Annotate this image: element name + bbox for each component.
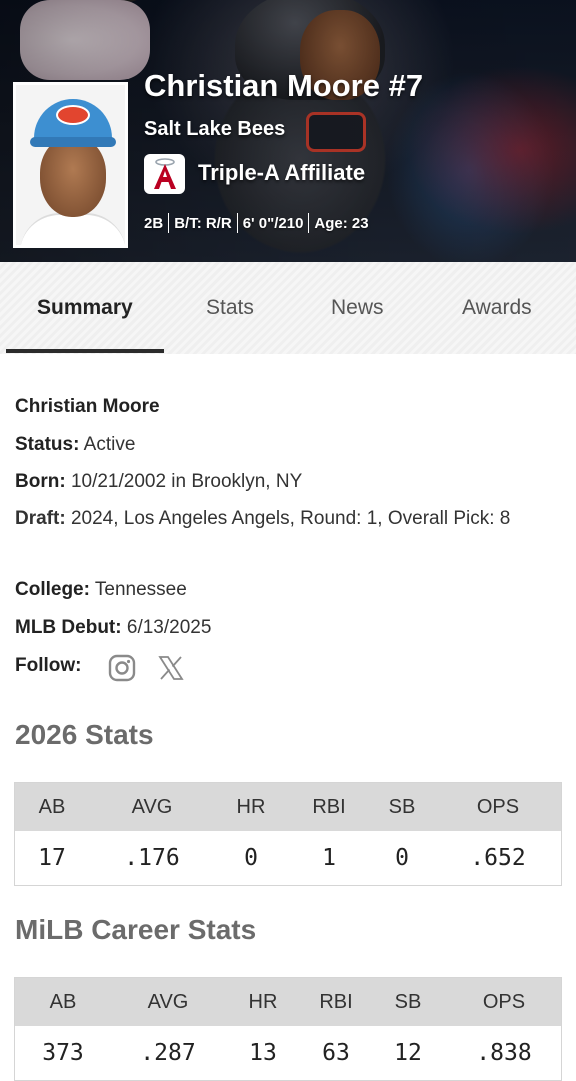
- stat-rbi: 63: [322, 1040, 350, 1066]
- stat-hr: 13: [249, 1040, 277, 1066]
- stat-ab: 17: [38, 845, 66, 871]
- bio-mlb-debut: MLB Debut: 6/13/2025: [15, 617, 212, 638]
- affiliate-label: Triple-A Affiliate: [198, 160, 366, 185]
- header-rbi: RBI: [312, 795, 346, 818]
- header-ops: OPS: [476, 795, 520, 818]
- bio-draft: Draft: 2024, Los Angeles Angels, Round: …: [15, 508, 511, 529]
- career-stats-header-row: AB AVG HR RBI SB OPS: [15, 978, 561, 1026]
- tab-awards[interactable]: Awards: [462, 296, 532, 320]
- tab-news[interactable]: News: [331, 296, 384, 320]
- stat-sb: 12: [394, 1040, 422, 1066]
- header-ab: AB: [49, 990, 77, 1013]
- player-team[interactable]: Salt Lake Bees: [144, 118, 285, 141]
- profile-tabs: Summary Stats News Awards: [0, 262, 576, 354]
- player-name-number: Christian Moore #7: [144, 68, 424, 103]
- season-stats-table: AB AVG HR RBI SB OPS 17 .176 0 1 0 .652: [14, 782, 562, 886]
- season-stats-row: 17 .176 0 1 0 .652: [15, 831, 561, 885]
- header-rbi: RBI: [319, 990, 353, 1013]
- stat-rbi: 1: [322, 845, 336, 871]
- meta-bats-throws: B/T: R/R: [174, 214, 232, 232]
- stat-avg: .287: [140, 1040, 196, 1066]
- stat-sb: 0: [395, 845, 409, 871]
- bio-follow: Follow:: [15, 655, 82, 676]
- bio-born: Born: 10/21/2002 in Brooklyn, NY: [15, 471, 303, 492]
- active-tab-indicator: [6, 349, 164, 353]
- meta-age: Age: 23: [314, 214, 369, 232]
- career-stats-row: 373 .287 13 63 12 .838: [15, 1026, 561, 1080]
- tab-summary[interactable]: Summary: [37, 296, 133, 320]
- header-sb: SB: [394, 990, 422, 1013]
- instagram-icon[interactable]: [108, 654, 136, 688]
- tab-stats[interactable]: Stats: [206, 296, 254, 320]
- header-ops: OPS: [482, 990, 526, 1013]
- header-hr: HR: [236, 795, 266, 818]
- bio-full-name: Christian Moore: [15, 396, 160, 417]
- stat-avg: .176: [124, 845, 180, 871]
- bio-status: Status: Active: [15, 434, 136, 455]
- header-ab: AB: [38, 795, 66, 818]
- social-links: [108, 654, 184, 688]
- season-stats-title: 2026 Stats: [15, 719, 154, 750]
- angels-logo-icon[interactable]: [144, 154, 185, 194]
- bio-college: College: Tennessee: [15, 579, 187, 600]
- stat-ab: 373: [42, 1040, 84, 1066]
- career-stats-table: AB AVG HR RBI SB OPS 373 .287 13 63 12 .…: [14, 977, 562, 1081]
- stat-ops: .652: [470, 845, 526, 871]
- player-hero: Christian Moore #7 Salt Lake Bees Triple…: [0, 0, 576, 262]
- header-hr: HR: [248, 990, 278, 1013]
- meta-height-weight: 6' 0"/210: [242, 214, 304, 232]
- player-headshot: [13, 82, 128, 248]
- header-sb: SB: [388, 795, 416, 818]
- stat-ops: .838: [476, 1040, 532, 1066]
- career-stats-title: MiLB Career Stats: [15, 914, 257, 945]
- stat-hr: 0: [244, 845, 258, 871]
- header-avg: AVG: [131, 795, 173, 818]
- season-stats-header-row: AB AVG HR RBI SB OPS: [15, 783, 561, 831]
- header-avg: AVG: [147, 990, 189, 1013]
- player-meta: 2B B/T: R/R 6' 0"/210 Age: 23: [144, 213, 369, 233]
- meta-position: 2B: [144, 214, 164, 232]
- x-icon[interactable]: [158, 655, 184, 687]
